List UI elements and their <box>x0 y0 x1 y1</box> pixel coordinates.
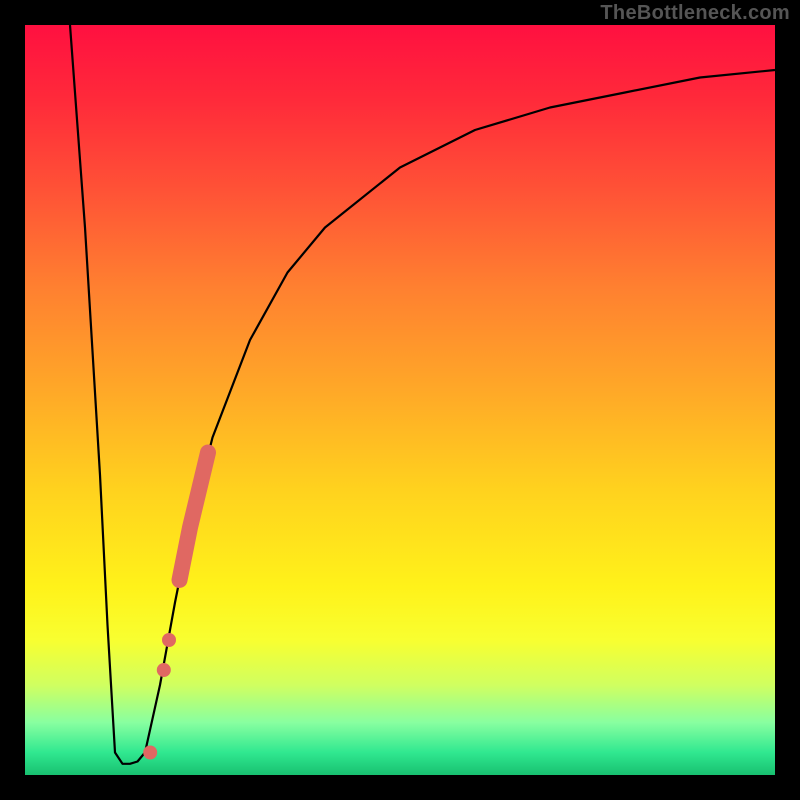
marker-cluster <box>180 453 209 581</box>
marker-dot <box>143 746 157 760</box>
watermark-text: TheBottleneck.com <box>600 2 790 25</box>
marker-dot <box>162 633 176 647</box>
bottleneck-curve <box>70 25 775 764</box>
plot-area <box>25 25 775 775</box>
curve-svg <box>25 25 775 775</box>
chart-frame: TheBottleneck.com <box>0 0 800 800</box>
marker-dot <box>157 663 171 677</box>
